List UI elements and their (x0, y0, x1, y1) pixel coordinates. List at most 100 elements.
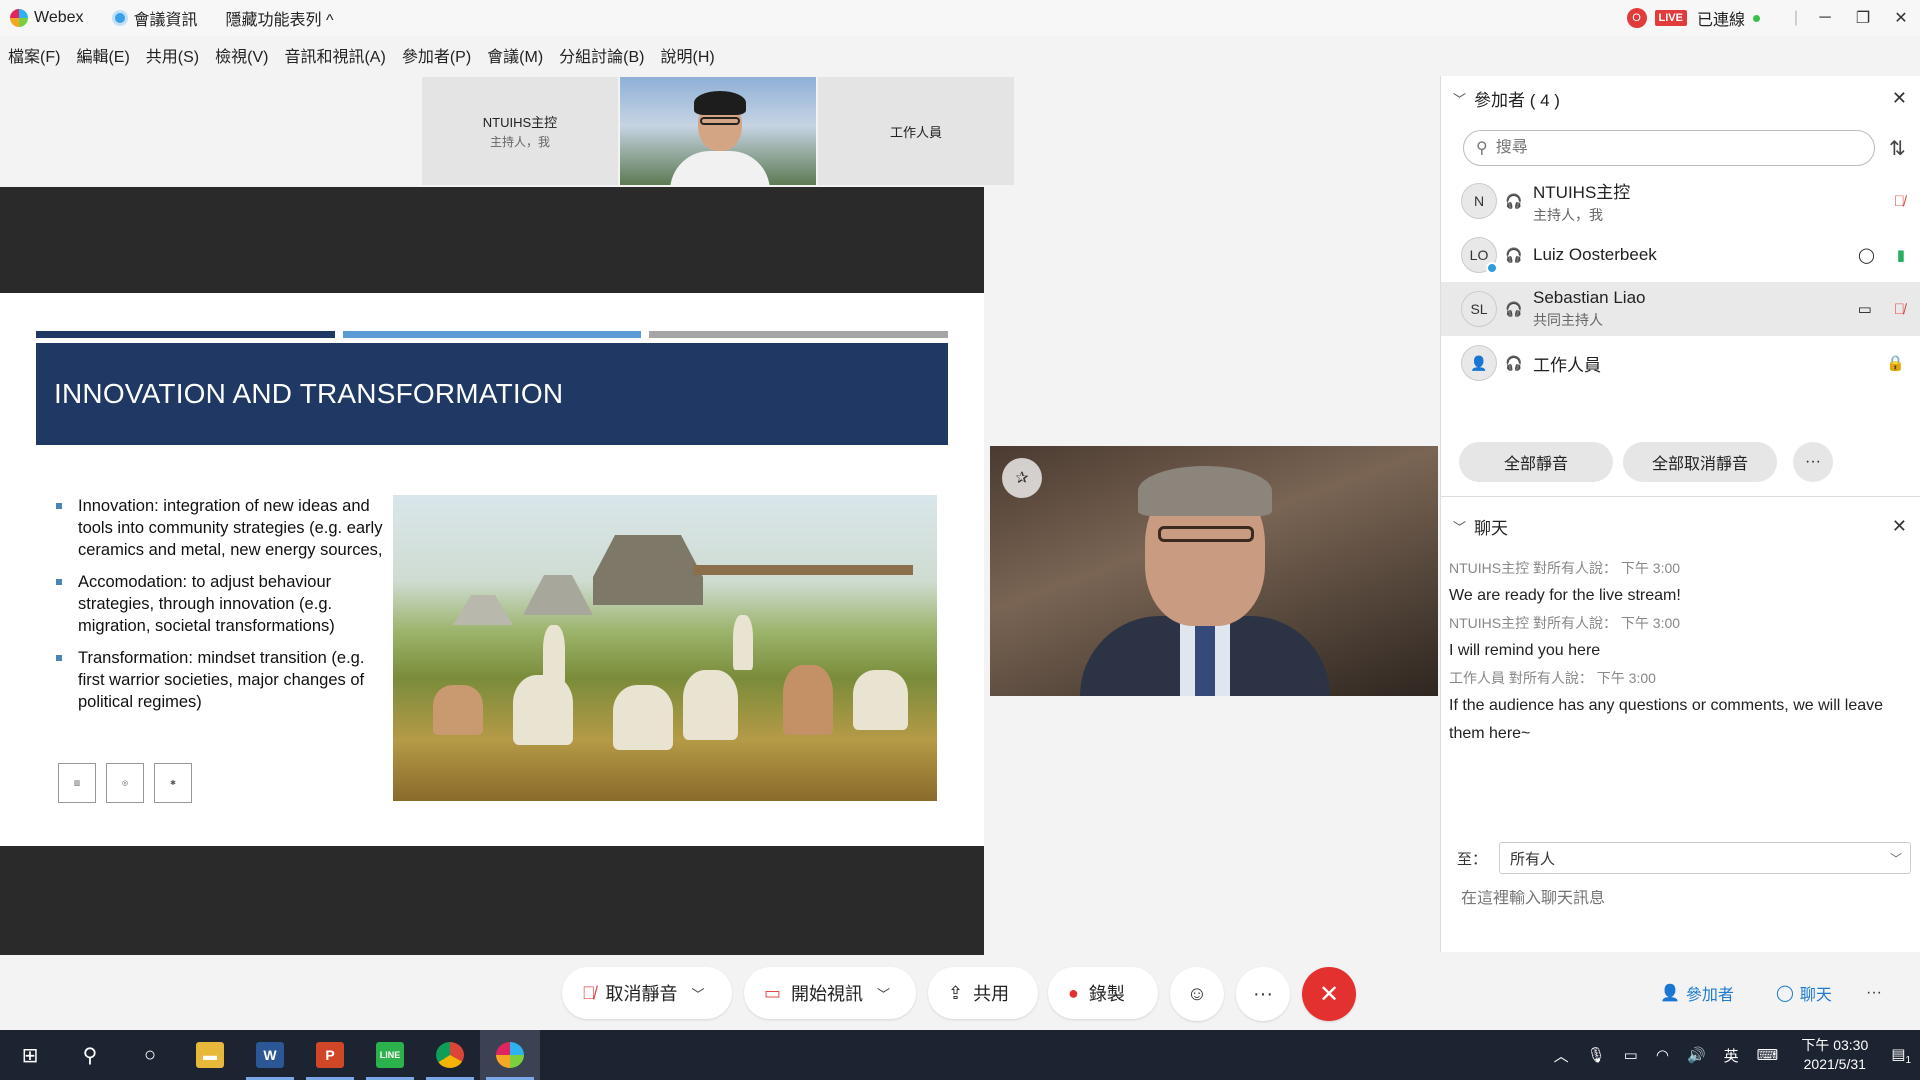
unmute-button[interactable]: 🎙̸ 取消靜音 ﹀ (562, 967, 732, 1019)
meeting-info-button[interactable]: 會議資訊 (111, 6, 198, 30)
menu-bar: 檔案(F) 編輯(E) 共用(S) 檢視(V) 音訊和視訊(A) 參加者(P) … (0, 36, 1920, 74)
mic-muted-icon[interactable]: 🎙̸ (1894, 301, 1905, 318)
ime-mode-icon[interactable]: ⌨ (1757, 1046, 1779, 1064)
end-call-button[interactable]: ✕ (1302, 967, 1356, 1021)
collapse-chevron-icon[interactable]: ﹀ (1453, 89, 1466, 108)
start-video-button[interactable]: ▭ 開始視訊 ﹀ (744, 967, 916, 1019)
menu-participants[interactable]: 參加者(P) (402, 43, 471, 67)
webex-taskbar-icon[interactable] (480, 1030, 540, 1080)
participant-row[interactable]: LO 🎧 Luiz Oosterbeek ◯ ▮ (1441, 228, 1920, 282)
volume-icon[interactable]: 🔊 (1687, 1046, 1706, 1064)
video-person-glasses (700, 117, 740, 125)
chat-bubble-icon: ◯ (1776, 985, 1794, 1002)
illustration-person (683, 670, 738, 740)
record-button[interactable]: ● 錄製 (1048, 967, 1158, 1019)
unmute-all-button[interactable]: 全部取消靜音 (1623, 442, 1777, 482)
unitwin-logo-icon: ◎ (106, 763, 144, 803)
search-icon[interactable]: ⚲ (60, 1030, 120, 1080)
ipt-logo-icon: ✱ (154, 763, 192, 803)
sort-icon[interactable]: ⇅ (1889, 136, 1906, 161)
close-chat-icon[interactable]: ✕ (1892, 516, 1907, 537)
close-participants-icon[interactable]: ✕ (1892, 88, 1907, 109)
video-off-icon: ▭ (764, 982, 782, 1003)
start-windows-icon[interactable]: ⊞ (0, 1030, 60, 1080)
chevron-up-icon[interactable]: ︿ (1554, 1045, 1569, 1066)
chat-recipient-select[interactable]: 所有人 ﹀ (1499, 842, 1911, 874)
avatar-initials: SL (1470, 301, 1488, 317)
avatar: N (1461, 183, 1497, 219)
clock[interactable]: 下午 03:30 2021/5/31 (1801, 1036, 1868, 1074)
menu-help[interactable]: 說明(H) (661, 43, 715, 67)
illustration-hut (453, 595, 513, 625)
menu-view[interactable]: 檢視(V) (215, 43, 268, 67)
mute-all-button[interactable]: 全部靜音 (1459, 442, 1613, 482)
participant-row[interactable]: 👤 🎧 工作人員 🔒 (1441, 336, 1920, 390)
participant-row[interactable]: SL 🎧 Sebastian Liao 共同主持人 ▭ 🎙̸ (1441, 282, 1920, 336)
reactions-emoji-icon[interactable]: ☺ (1170, 967, 1224, 1021)
video-camera-icon[interactable]: ▭ (1858, 300, 1872, 318)
menu-file[interactable]: 檔案(F) (8, 43, 60, 67)
share-label: 共用 (973, 984, 1010, 1004)
participant-search-input[interactable] (1495, 139, 1836, 157)
thumbnail-host[interactable]: NTUIHS主控 主持人，我 (422, 77, 618, 185)
chrome-app-icon[interactable] (420, 1030, 480, 1080)
word-app-icon[interactable]: W (240, 1030, 300, 1080)
menu-breakout[interactable]: 分組討論(B) (559, 43, 644, 67)
clock-time: 下午 03:30 (1801, 1037, 1869, 1053)
chat-message-input[interactable] (1461, 890, 1901, 908)
more-panels-button[interactable]: ··· (1866, 967, 1882, 1019)
menu-meeting[interactable]: 會議(M) (487, 43, 543, 67)
video-person-body (670, 151, 770, 185)
presentation-slide: INNOVATION AND TRANSFORMATION Innovation… (0, 293, 984, 846)
thumbnail-name: 工作人員 (889, 124, 942, 140)
participant-row[interactable]: N 🎧 NTUIHS主控 主持人，我 🎙̸ (1441, 174, 1920, 228)
speaker-tie (1195, 626, 1215, 696)
line-app-icon[interactable]: LINE (360, 1030, 420, 1080)
headset-icon: 🎧 (1505, 300, 1523, 317)
thumbnail-staff[interactable]: 工作人員 (818, 77, 1014, 185)
chat-toggle-button[interactable]: ◯ 聊天 (1776, 967, 1832, 1019)
chat-toggle-label: 聊天 (1799, 987, 1832, 1004)
close-window-icon[interactable]: ✕ (1882, 0, 1920, 36)
mic-active-icon[interactable]: ▮ (1897, 246, 1905, 264)
battery-icon[interactable]: ▭ (1624, 1046, 1638, 1064)
file-explorer-icon[interactable]: ▬ (180, 1030, 240, 1080)
illustration-person (433, 685, 483, 735)
search-icon: ⚲ (1476, 140, 1488, 157)
notification-count: 1 (1905, 1054, 1911, 1066)
powerpoint-app-icon[interactable]: P (300, 1030, 360, 1080)
minimize-icon[interactable]: ─ (1806, 0, 1844, 36)
chevron-down-icon[interactable]: ﹀ (877, 984, 890, 1003)
participant-name: Sebastian Liao (1533, 288, 1646, 307)
participants-toggle-button[interactable]: 👤 參加者 (1660, 967, 1734, 1019)
menu-edit[interactable]: 編輯(E) (76, 43, 129, 67)
active-speaker-video: ✰ (990, 446, 1438, 696)
menu-audio-video[interactable]: 音訊和視訊(A) (284, 43, 385, 67)
restore-icon[interactable]: ❐ (1844, 0, 1882, 36)
meeting-controls: 🎙̸ 取消靜音 ﹀ ▭ 開始視訊 ﹀ ⇪ 共用 ● 錄製 ☺ ··· ✕ 👤 參… (0, 955, 1920, 1030)
microphone-icon[interactable]: 🎙 (1587, 1046, 1606, 1064)
task-view-icon[interactable]: ○ (120, 1030, 180, 1080)
start-video-label: 開始視訊 (791, 984, 864, 1004)
illustration-walkway (693, 565, 913, 575)
notification-icon[interactable]: ▤1 (1891, 1045, 1911, 1066)
participant-name: NTUIHS主控 (1533, 182, 1631, 202)
wifi-icon[interactable]: ◠ (1656, 1046, 1669, 1064)
participants-more-button[interactable]: ··· (1793, 442, 1833, 482)
mic-muted-icon[interactable]: 🎙̸ (1894, 193, 1905, 210)
thumbnail-video-sebastian[interactable] (620, 77, 816, 185)
chevron-down-icon[interactable]: ﹀ (692, 984, 705, 1003)
slide-bullet-list: Innovation: integration of new ideas and… (54, 495, 384, 723)
chat-bubble-icon[interactable]: ◯ (1858, 246, 1875, 264)
pin-icon[interactable]: ✰ (1002, 458, 1042, 498)
menu-share[interactable]: 共用(S) (146, 43, 199, 67)
more-options-button[interactable]: ··· (1236, 967, 1290, 1021)
hide-menu-button[interactable]: 隱藏功能表列 ^ (226, 6, 334, 30)
ime-indicator[interactable]: 英 (1724, 1045, 1739, 1066)
participant-search[interactable]: ⚲ (1463, 130, 1875, 166)
share-button[interactable]: ⇪ 共用 (928, 967, 1038, 1019)
mic-locked-icon[interactable]: 🔒 (1886, 354, 1905, 372)
slide-accent-bar-3 (649, 331, 948, 338)
collapse-chevron-icon[interactable]: ﹀ (1453, 517, 1466, 536)
illustration-person (513, 675, 573, 745)
